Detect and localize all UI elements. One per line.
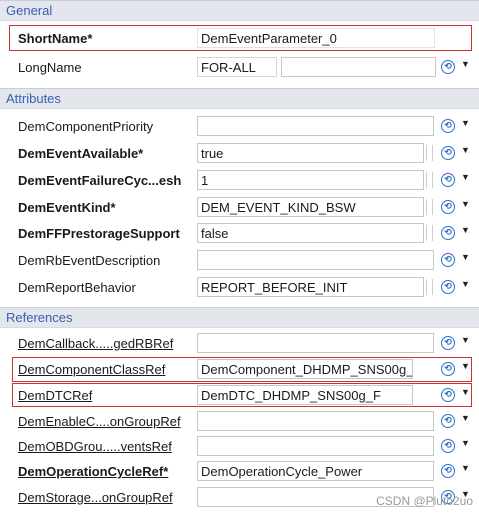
reference-value-field[interactable]: DemOperationCycle_Power: [197, 461, 434, 481]
reference-value-field[interactable]: [197, 411, 434, 431]
section-title: Attributes: [6, 91, 61, 106]
row-reference: DemOperationCycleRef* DemOperationCycle_…: [0, 459, 479, 486]
row-attribute: DemEventKind* DEM_EVENT_KIND_BSW ⟲ ▼: [0, 195, 479, 222]
attribute-label: DemReportBehavior: [18, 280, 136, 295]
section-references[interactable]: References: [0, 307, 479, 328]
dropdown-arrow-icon[interactable]: ▼: [461, 463, 470, 473]
row-reference: DemCallback.....gedRBRef ⟲ ▼: [0, 331, 479, 358]
reference-value-field[interactable]: [197, 436, 434, 456]
dropdown-arrow-icon[interactable]: ▼: [461, 279, 470, 289]
dropdown-arrow-icon[interactable]: ▼: [461, 172, 470, 182]
longname-language-field[interactable]: FOR-ALL: [197, 57, 277, 77]
longname-label: LongName: [18, 60, 82, 75]
reference-link[interactable]: DemCallback.....gedRBRef: [18, 336, 173, 351]
reset-default-icon[interactable]: ⟲: [441, 414, 455, 428]
section-general[interactable]: General: [0, 0, 479, 21]
dropdown-arrow-icon[interactable]: ▼: [461, 413, 470, 423]
row-attribute: DemEventAvailable* true ⟲ ▼: [0, 141, 479, 168]
field-grip[interactable]: [426, 199, 433, 215]
field-grip[interactable]: [426, 172, 433, 188]
field-grip[interactable]: [426, 145, 433, 161]
section-title: References: [6, 310, 73, 325]
reference-link[interactable]: DemStorage...onGroupRef: [18, 490, 173, 505]
reset-default-icon[interactable]: ⟲: [441, 439, 455, 453]
reset-default-icon[interactable]: ⟲: [441, 60, 455, 74]
reset-default-icon[interactable]: ⟲: [441, 200, 455, 214]
section-title: General: [6, 3, 53, 18]
row-attribute: DemFFPrestorageSupport false ⟲ ▼: [0, 221, 479, 248]
reference-link[interactable]: DemOBDGrou.....ventsRef: [18, 439, 172, 454]
section-attributes[interactable]: Attributes: [0, 88, 479, 109]
row-attribute: DemEventFailureCyc...esh 1 ⟲ ▼: [0, 168, 479, 195]
reset-default-icon[interactable]: ⟲: [441, 464, 455, 478]
watermark: CSDN @Pluto2uo: [376, 494, 473, 508]
dropdown-arrow-icon[interactable]: ▼: [461, 438, 470, 448]
longname-input[interactable]: [281, 57, 436, 77]
attribute-label: DemFFPrestorageSupport: [18, 226, 180, 241]
field-grip[interactable]: [426, 279, 433, 295]
attribute-value-field[interactable]: true: [197, 143, 424, 163]
reference-link[interactable]: DemEnableC....onGroupRef: [18, 414, 181, 429]
dropdown-arrow-icon[interactable]: ▼: [461, 118, 470, 128]
highlight-box-dtc-ref: [12, 383, 472, 407]
attribute-value-field[interactable]: 1: [197, 170, 424, 190]
attribute-label: DemComponentPriority: [18, 119, 154, 134]
attribute-value-field[interactable]: REPORT_BEFORE_INIT: [197, 277, 424, 297]
dropdown-arrow-icon[interactable]: ▼: [461, 145, 470, 155]
row-attribute: DemComponentPriority ⟲ ▼: [0, 114, 479, 141]
row-reference: DemOBDGrou.....ventsRef ⟲ ▼: [0, 434, 479, 461]
row-longname: LongName FOR-ALL ⟲ ▼: [0, 55, 479, 82]
reset-default-icon[interactable]: ⟲: [441, 336, 455, 350]
dropdown-arrow-icon[interactable]: ▼: [461, 335, 470, 345]
highlight-box-component-class-ref: [12, 357, 472, 382]
reset-default-icon[interactable]: ⟲: [441, 226, 455, 240]
attribute-value-field[interactable]: false: [197, 223, 424, 243]
attribute-label: DemEventKind*: [18, 200, 116, 215]
dropdown-arrow-icon[interactable]: ▼: [461, 225, 470, 235]
reset-default-icon[interactable]: ⟲: [441, 119, 455, 133]
attribute-value-field[interactable]: DEM_EVENT_KIND_BSW: [197, 197, 424, 217]
reset-default-icon[interactable]: ⟲: [441, 280, 455, 294]
attribute-label: DemEventAvailable*: [18, 146, 144, 161]
reference-link[interactable]: DemOperationCycleRef*: [18, 464, 168, 479]
attribute-value-field[interactable]: [197, 116, 434, 136]
highlight-box-shortname: [9, 25, 472, 51]
dropdown-arrow-icon[interactable]: ▼: [461, 59, 470, 69]
row-attribute: DemRbEventDescription ⟲ ▼: [0, 248, 479, 275]
dropdown-arrow-icon[interactable]: ▼: [461, 199, 470, 209]
reset-default-icon[interactable]: ⟲: [441, 253, 455, 267]
attribute-label: DemEventFailureCyc...esh: [18, 173, 182, 188]
dropdown-arrow-icon[interactable]: ▼: [461, 252, 470, 262]
row-reference: DemEnableC....onGroupRef ⟲ ▼: [0, 409, 479, 436]
attribute-label: DemRbEventDescription: [18, 253, 161, 268]
row-attribute: DemReportBehavior REPORT_BEFORE_INIT ⟲ ▼: [0, 275, 479, 302]
reset-default-icon[interactable]: ⟲: [441, 146, 455, 160]
reset-default-icon[interactable]: ⟲: [441, 173, 455, 187]
reference-value-field[interactable]: [197, 333, 434, 353]
attribute-value-field[interactable]: [197, 250, 434, 270]
field-grip[interactable]: [426, 225, 433, 241]
